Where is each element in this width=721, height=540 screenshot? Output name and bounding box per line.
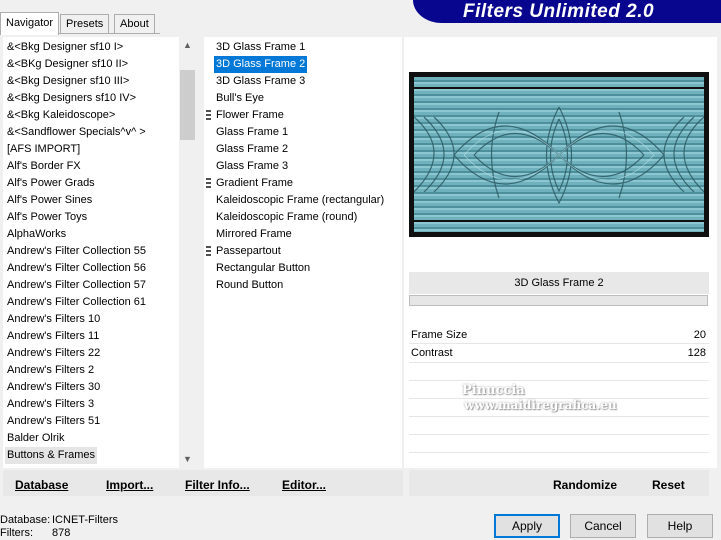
filter-item[interactable]: 3D Glass Frame 2: [214, 56, 308, 73]
progress-bar: [409, 295, 708, 306]
param-contrast[interactable]: Contrast 128: [409, 344, 709, 362]
category-item[interactable]: Andrew's Filters 51: [7, 413, 100, 430]
scroll-down-icon[interactable]: ▼: [179, 451, 196, 468]
category-item[interactable]: Andrew's Filters 10: [7, 311, 100, 328]
filter-item[interactable]: 3D Glass Frame 1: [214, 39, 307, 56]
category-item[interactable]: Alf's Border FX: [7, 158, 81, 175]
filter-item[interactable]: 3D Glass Frame 3: [214, 73, 307, 90]
category-item[interactable]: &<BKg Designer sf10 II>: [7, 56, 128, 73]
tab-navigator[interactable]: Navigator: [0, 12, 60, 35]
reset-button[interactable]: Reset: [652, 470, 685, 496]
category-item[interactable]: Andrew's Filters 11: [7, 328, 99, 345]
filter-item[interactable]: Mirrored Frame: [214, 226, 294, 243]
param-divider: [409, 416, 709, 417]
param-frame-size[interactable]: Frame Size 20: [409, 326, 709, 344]
apply-button[interactable]: Apply: [494, 514, 560, 538]
filter-item[interactable]: Glass Frame 1: [214, 124, 290, 141]
banner-title: Filters Unlimited 2.0: [463, 1, 655, 22]
scroll-thumb[interactable]: [180, 70, 195, 140]
submenu-grip-icon: [206, 246, 211, 258]
title-banner: Filters Unlimited 2.0: [413, 0, 721, 23]
category-item[interactable]: Andrew's Filter Collection 55: [7, 243, 146, 260]
watermark-name: Pinuccia: [462, 383, 525, 398]
param-label: Contrast: [411, 347, 453, 359]
scroll-up-icon[interactable]: ▲: [179, 37, 196, 54]
category-item[interactable]: Alf's Power Grads: [7, 175, 95, 192]
category-item[interactable]: [AFS IMPORT]: [7, 141, 80, 158]
submenu-grip-icon: [206, 178, 211, 190]
filter-item[interactable]: Kaleidoscopic Frame (rectangular): [214, 192, 386, 209]
category-item[interactable]: Andrew's Filter Collection 57: [7, 277, 146, 294]
filter-item[interactable]: Bull's Eye: [214, 90, 266, 107]
category-item[interactable]: Alf's Power Sines: [7, 192, 92, 209]
category-item[interactable]: Alf's Power Toys: [7, 209, 87, 226]
filters-label: Filters:: [0, 527, 33, 539]
category-item[interactable]: &<Sandflower Specials^v^ >: [7, 124, 146, 141]
tab-strip: Navigator Presets About: [0, 12, 160, 35]
category-item[interactable]: &<Bkg Designer sf10 III>: [7, 73, 129, 90]
watermark-url: www.maidiregrafica.eu: [464, 398, 617, 412]
param-divider: [409, 452, 709, 453]
param-divider: [409, 362, 709, 363]
param-value: 20: [693, 329, 706, 341]
filter-item[interactable]: Flower Frame: [214, 107, 286, 124]
import-button[interactable]: Import...: [106, 470, 153, 496]
category-item[interactable]: Andrew's Filters 3: [7, 396, 94, 413]
filter-item[interactable]: Glass Frame 3: [214, 158, 290, 175]
category-item[interactable]: Andrew's Filters 30: [7, 379, 100, 396]
preview-pattern-icon: [414, 106, 704, 205]
editor-button[interactable]: Editor...: [282, 470, 326, 496]
category-item[interactable]: &<Bkg Kaleidoscope>: [7, 107, 115, 124]
category-item[interactable]: Andrew's Filter Collection 56: [7, 260, 146, 277]
submenu-grip-icon: [206, 110, 211, 122]
category-item[interactable]: Andrew's Filters 2: [7, 362, 94, 379]
database-button[interactable]: Database: [15, 470, 68, 496]
tab-presets[interactable]: Presets: [60, 14, 110, 34]
tab-about[interactable]: About: [114, 14, 155, 34]
category-item[interactable]: Andrew's Filters 22: [7, 345, 100, 362]
filters-count: 878: [52, 527, 71, 539]
filter-item[interactable]: Passepartout: [214, 243, 283, 260]
database-value: ICNET-Filters: [52, 514, 118, 526]
filter-item[interactable]: Gradient Frame: [214, 175, 295, 192]
param-divider: [409, 434, 709, 435]
help-button[interactable]: Help: [647, 514, 713, 538]
category-item[interactable]: &<Bkg Designer sf10 I>: [7, 39, 123, 56]
watermark: Pinuccia www.maidiregrafica.eu: [418, 383, 617, 412]
filter-item[interactable]: Glass Frame 2: [214, 141, 290, 158]
filter-info-button[interactable]: Filter Info...: [185, 470, 250, 496]
category-item[interactable]: Andrew's Filter Collection 61: [7, 294, 146, 311]
selected-filter-name: 3D Glass Frame 2: [409, 272, 709, 294]
preview-image: [414, 77, 704, 232]
category-scrollbar[interactable]: ▲ ▼: [179, 37, 196, 468]
preview-frame: [409, 72, 709, 237]
filter-item[interactable]: Kaleidoscopic Frame (round): [214, 209, 359, 226]
param-divider: [409, 380, 709, 381]
param-value: 128: [687, 347, 706, 359]
database-label: Database:: [0, 514, 51, 526]
filter-item[interactable]: Round Button: [214, 277, 285, 294]
category-item[interactable]: Balder Olrik: [7, 430, 64, 447]
category-item[interactable]: AlphaWorks: [7, 226, 66, 243]
param-label: Frame Size: [411, 329, 468, 341]
category-item[interactable]: &<Bkg Designers sf10 IV>: [7, 90, 136, 107]
cancel-button[interactable]: Cancel: [570, 514, 636, 538]
category-item[interactable]: Buttons & Frames: [5, 447, 97, 464]
category-list[interactable]: &<Bkg Designer sf10 I> &<BKg Designer sf1…: [3, 37, 179, 468]
randomize-button[interactable]: Randomize: [553, 470, 617, 496]
param-divider: [409, 343, 709, 344]
filter-item[interactable]: Rectangular Button: [214, 260, 312, 277]
filter-list[interactable]: 3D Glass Frame 1 3D Glass Frame 2 3D Glass…: [204, 37, 402, 468]
